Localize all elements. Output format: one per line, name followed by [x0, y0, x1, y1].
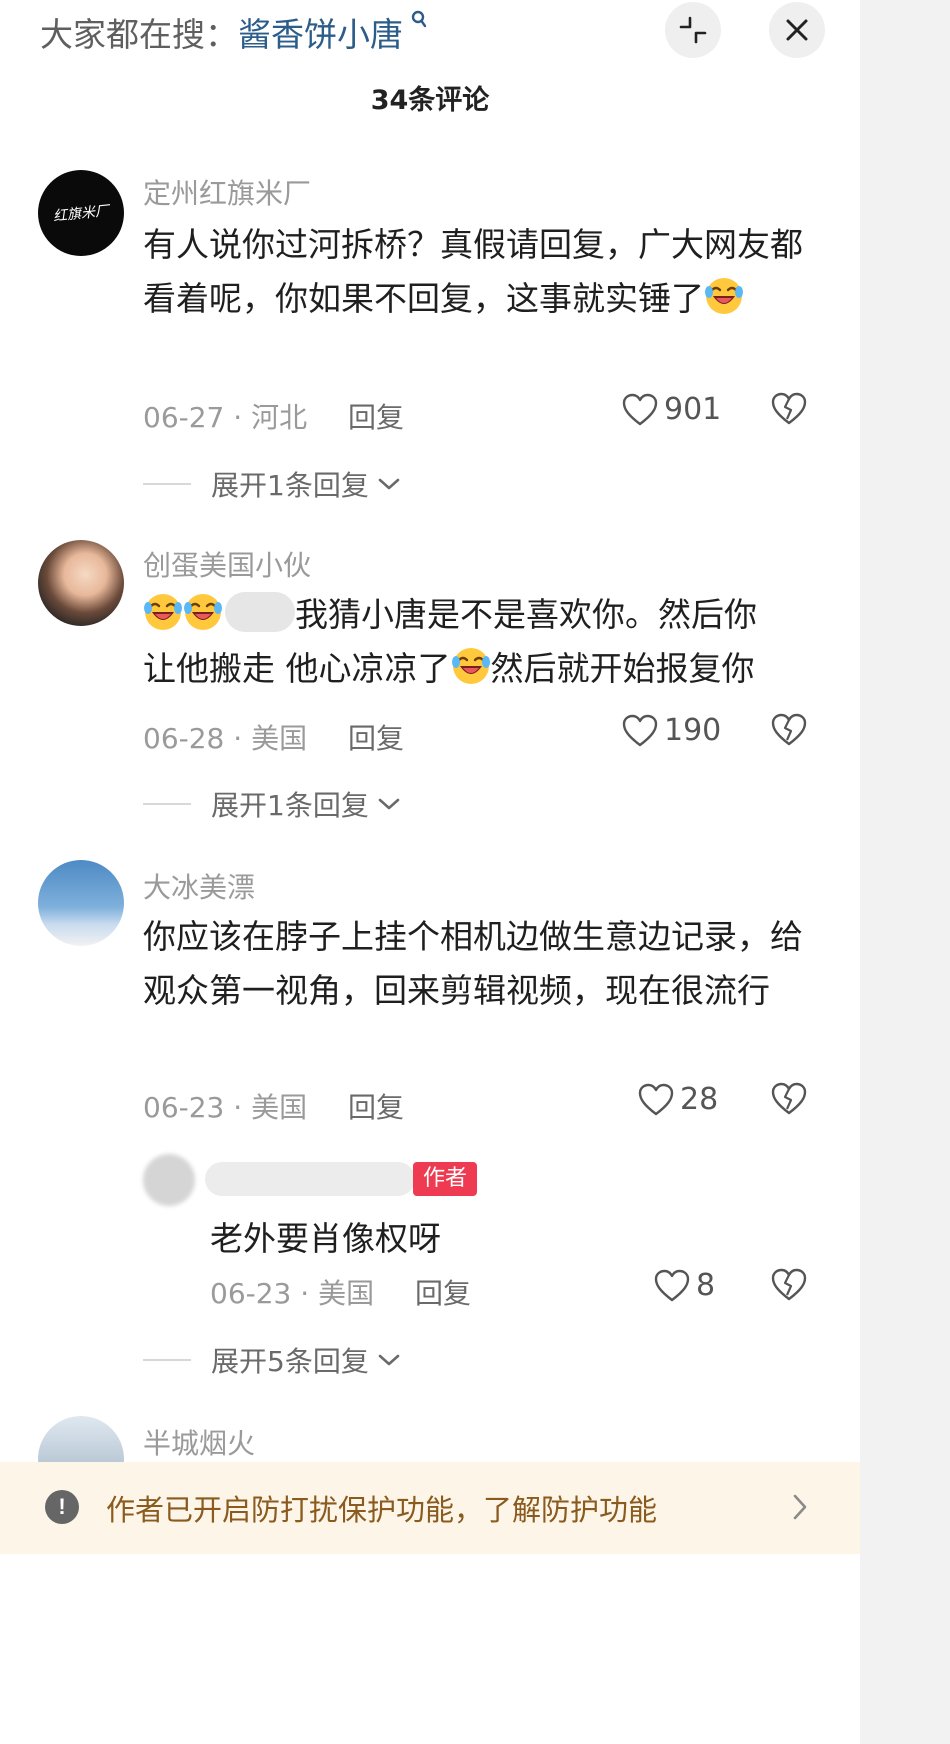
laughing-crying-emoji-icon — [184, 594, 222, 630]
laughing-crying-emoji-icon — [705, 278, 743, 314]
divider-line — [143, 803, 191, 805]
trending-search-prefix: 大家都在搜： — [40, 15, 238, 54]
broken-heart-icon — [771, 713, 807, 746]
like-count: 8 — [696, 1268, 716, 1303]
reply-date: 06-23 — [210, 1277, 292, 1310]
laughing-crying-emoji-icon — [451, 648, 490, 684]
comments-panel: 大家都在搜：酱香饼小唐 34条评论 红旗米厂 定州红旗米厂 有人说你过河拆桥？真… — [0, 0, 860, 1744]
comment-meta: 06-23 · 美国 回复 — [143, 1086, 404, 1126]
like-count: 28 — [680, 1082, 719, 1117]
reply-location: 美国 — [318, 1277, 375, 1310]
like-button[interactable]: 901 — [622, 392, 721, 427]
expand-replies-label: 展开5条回复 — [211, 1345, 369, 1378]
close-button[interactable] — [769, 2, 825, 58]
meta-separator: · — [233, 1091, 252, 1124]
expand-replies-label: 展开1条回复 — [211, 789, 369, 822]
expand-replies-button[interactable]: 展开1条回复 — [143, 784, 401, 824]
comment-location: 河北 — [251, 401, 308, 434]
reply-button[interactable]: 回复 — [348, 401, 404, 434]
chevron-right-icon — [793, 1494, 807, 1520]
divider-line — [143, 1359, 191, 1361]
comment-meta: 06-27 · 河北 回复 — [143, 396, 404, 436]
like-count: 190 — [664, 713, 722, 748]
meta-separator: · — [233, 722, 252, 755]
search-icon — [405, 10, 429, 37]
laughing-crying-emoji-icon — [144, 594, 182, 630]
comment-text-part: 然后就开始报复你 — [490, 649, 755, 688]
comment-username[interactable]: 创蛋美国小伙 — [143, 544, 311, 584]
divider-line — [143, 483, 191, 485]
comment-username[interactable]: 定州红旗米厂 — [143, 172, 311, 212]
expand-replies-label: 展开1条回复 — [211, 469, 369, 502]
avatar[interactable] — [38, 540, 124, 626]
reply-button[interactable]: 回复 — [415, 1277, 471, 1310]
collapse-button[interactable] — [665, 2, 721, 58]
comment-username[interactable]: 大冰美漂 — [143, 866, 255, 906]
like-button[interactable]: 190 — [622, 713, 721, 748]
bottom-spacer — [0, 1554, 860, 1744]
chevron-down-icon — [378, 798, 400, 810]
dislike-button[interactable] — [771, 1268, 807, 1306]
author-badge: 作者 — [413, 1162, 478, 1196]
expand-replies-button[interactable]: 展开5条回复 — [143, 1340, 401, 1380]
expand-replies-button[interactable]: 展开1条回复 — [143, 464, 401, 504]
reply-avatar[interactable] — [143, 1154, 195, 1206]
comment-date: 06-23 — [143, 1091, 225, 1124]
comment-text: 有人说你过河拆桥？真假请回复，广大网友都看着呢，你如果不回复，这事就实锤了 — [143, 218, 823, 326]
like-button[interactable]: 28 — [638, 1082, 718, 1117]
broken-heart-icon — [771, 392, 807, 425]
meta-separator: · — [300, 1277, 319, 1310]
like-button[interactable]: 8 — [654, 1268, 715, 1303]
heart-icon — [654, 1269, 690, 1301]
comment-text: 我猜小唐是不是喜欢你。然后你让他搬走 他心凉凉了 然后就开始报复你 — [143, 588, 843, 696]
reply-button[interactable]: 回复 — [348, 722, 404, 755]
trending-search-term[interactable]: 酱香饼小唐 — [238, 15, 403, 54]
protection-notice-bar[interactable]: ! 作者已开启防打扰保护功能，了解防护功能 — [0, 1462, 860, 1554]
comment-meta: 06-28 · 美国 回复 — [143, 717, 404, 757]
reply-username-blurred[interactable] — [205, 1162, 415, 1196]
broken-heart-icon — [771, 1268, 807, 1301]
comment-text-part: 让他搬走 他心凉凉了 — [143, 649, 451, 688]
dislike-button[interactable] — [771, 1082, 807, 1120]
comment-text-part: 我猜小唐是不是喜欢你。然后你 — [295, 595, 757, 634]
comment-location: 美国 — [251, 1091, 308, 1124]
heart-icon — [638, 1083, 674, 1115]
comment-username[interactable]: 半城烟火 — [143, 1422, 255, 1462]
heart-icon — [622, 714, 658, 746]
comment-text: 你应该在脖子上挂个相机边做生意边记录，给观众第一视角，回来剪辑视频，现在很流行 — [143, 917, 803, 1010]
like-count: 901 — [664, 392, 722, 427]
protection-notice-text: 作者已开启防打扰保护功能，了解防护功能 — [106, 1493, 658, 1527]
chevron-down-icon — [378, 478, 400, 490]
comment-location: 美国 — [251, 722, 308, 755]
blurred-mention — [225, 592, 295, 632]
dislike-button[interactable] — [771, 392, 807, 430]
avatar-text: 红旗米厂 — [52, 203, 110, 225]
meta-separator: · — [233, 401, 252, 434]
close-icon — [786, 19, 808, 41]
comment-date: 06-27 — [143, 401, 225, 434]
warning-icon: ! — [45, 1490, 79, 1524]
chevron-down-icon — [378, 1354, 400, 1366]
comment-date: 06-28 — [143, 722, 225, 755]
collapse-icon — [679, 16, 707, 44]
broken-heart-icon — [771, 1082, 807, 1115]
reply-meta: 06-23 · 美国 回复 — [210, 1272, 471, 1312]
avatar[interactable]: 红旗米厂 — [38, 170, 124, 256]
trending-search[interactable]: 大家都在搜：酱香饼小唐 — [40, 8, 429, 56]
avatar[interactable] — [38, 860, 124, 946]
top-bar: 大家都在搜：酱香饼小唐 — [0, 0, 860, 60]
reply-button[interactable]: 回复 — [348, 1091, 404, 1124]
reply-text: 老外要肖像权呀 — [210, 1219, 441, 1258]
comment-count: 34条评论 — [370, 85, 490, 116]
heart-icon — [622, 393, 658, 425]
dislike-button[interactable] — [771, 713, 807, 751]
